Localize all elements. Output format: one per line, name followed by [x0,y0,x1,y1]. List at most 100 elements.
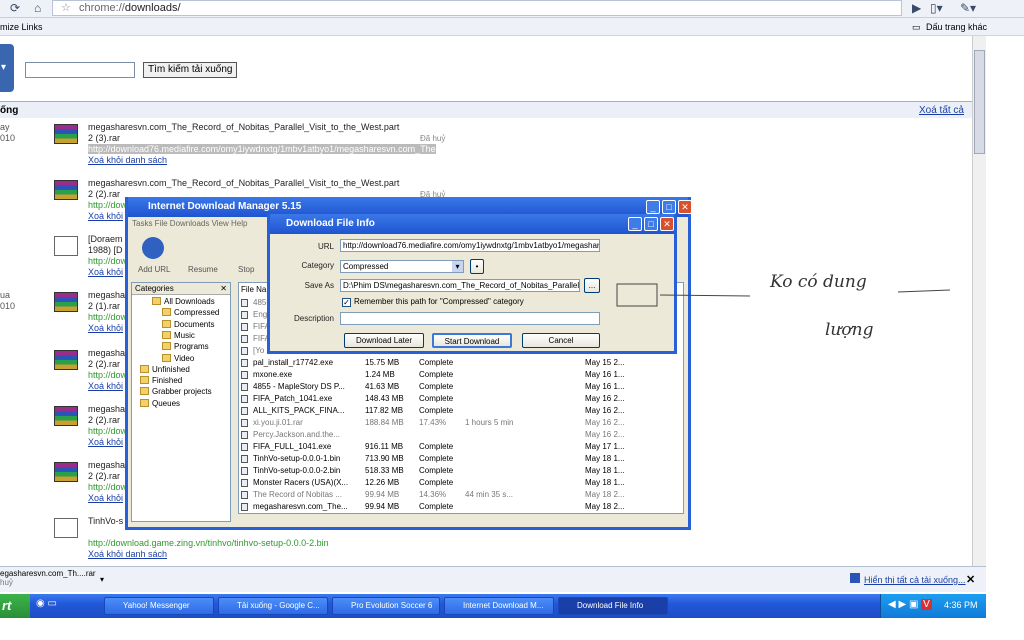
wrench-menu-icon[interactable]: ✎▾ [960,1,976,15]
download-name-cont[interactable]: 2 (2).rar [88,471,120,482]
download-url[interactable]: http://dow [88,256,127,266]
download-url[interactable]: http://dow [88,200,127,210]
stop-label[interactable]: Stop [238,265,254,274]
ie-icon[interactable]: ◉ [36,598,45,609]
remove-from-list-link[interactable]: Xoá khỏi danh sách [88,549,167,559]
chevron-down-icon[interactable]: ▾ [452,261,463,272]
search-input[interactable] [25,62,135,78]
download-url[interactable]: http://dow [88,482,127,492]
shelf-item[interactable]: egasharesvn.com_Th....rar huỷ [0,569,96,587]
minimize-icon[interactable]: _ [628,217,642,231]
clear-all-link[interactable]: Xoá tất cả [919,105,964,116]
add-url-label[interactable]: Add URL [138,265,170,274]
category-item[interactable]: Music [162,330,195,341]
idm-menu[interactable]: Tasks File Downloads View Help [132,219,247,228]
remove-from-list-link[interactable]: Xoá khỏi [88,437,123,447]
download-name[interactable]: [Doraem [88,234,123,245]
category-item[interactable]: Documents [162,319,214,330]
file-list-header[interactable]: File Na [241,285,266,294]
download-name[interactable]: TinhVo-s [88,516,123,527]
home-icon[interactable]: ⌂ [34,1,41,15]
search-button[interactable]: Tìm kiếm tải xuống [143,62,238,78]
add-url-icon[interactable] [142,237,164,259]
maximize-icon[interactable]: □ [662,200,676,214]
desktop-icon[interactable]: ▭ [48,598,57,609]
download-name-cont[interactable]: 1988) [D [88,245,123,256]
download-name-cont[interactable]: 2 (2).rar [88,189,120,200]
remove-from-list-link[interactable]: Xoá khỏi danh sách [88,155,167,165]
download-name[interactable]: megasharesvn.com_The_Record_of_Nobitas_P… [88,122,399,133]
category-item[interactable]: Finished [140,376,182,386]
remove-from-list-link[interactable]: Xoá khỏi [88,267,123,277]
file-row[interactable]: Percy.Jackson.and.the... May 16 2... [241,429,681,441]
download-name-cont[interactable]: 2 (2).rar [88,415,120,426]
chevron-down-icon[interactable]: ▾ [100,575,104,584]
maximize-icon[interactable]: □ [644,217,658,231]
download-url[interactable]: http://download.game.zing.vn/tinhvo/tinh… [88,538,329,548]
download-name-cont[interactable]: 2 (1).rar [88,301,120,312]
download-url[interactable]: http://download76.mediafire.com/omy1iywd… [88,144,436,154]
other-bookmarks[interactable]: Dấu trang khác [926,18,987,36]
resume-label[interactable]: Resume [188,265,218,274]
remove-from-list-link[interactable]: Xoá khỏi [88,493,123,503]
category-item[interactable]: Grabber projects [140,387,212,397]
category-item[interactable]: Queues [140,398,180,409]
v-icon[interactable]: V [921,599,932,610]
file-row[interactable]: Monster Racers (USA)(X... 12.26 MB Compl… [241,477,681,489]
taskbar-item[interactable]: Pro Evolution Soccer 6 [332,597,440,615]
category-item[interactable]: Programs [162,342,209,352]
save-as-field[interactable]: D:\Phim DS\megasharesvn.com_The_Record_o… [340,279,580,292]
download-name-cont[interactable]: 2 (3).rar [88,133,120,144]
file-row[interactable]: FIFA_Patch_1041.exe 148.43 MB Complete M… [241,393,681,405]
file-row[interactable]: TinhVo-setup-0.0.0-1.bin 713.90 MB Compl… [241,453,681,465]
taskbar-item[interactable]: Download File Info [558,597,668,615]
download-url[interactable]: http://dow [88,426,127,436]
download-name[interactable]: megasha [88,290,125,301]
download-url[interactable]: http://dow [88,312,127,322]
add-category-button[interactable]: • [470,259,484,274]
category-item[interactable]: Compressed [162,308,219,318]
download-name-cont[interactable]: 2 (2).rar [88,359,120,370]
address-bar[interactable]: ☆ chrome://downloads/ [52,0,902,16]
minimize-icon[interactable]: _ [646,200,660,214]
reload-icon[interactable]: ⟳ [10,1,20,15]
remove-from-list-link[interactable]: Xoá khỏi [88,323,123,333]
scrollbar-thumb[interactable] [974,50,985,154]
category-select[interactable]: Compressed ▾ [340,260,464,273]
file-row[interactable]: xi.you.ji.01.rar 188.84 MB 17.43% 1 hour… [241,417,681,429]
show-all-downloads-link[interactable]: Hiển thị tất cả tải xuống... [864,575,966,585]
remove-from-list-link[interactable]: Xoá khỏi [88,211,123,221]
file-row[interactable]: TinhVo-setup-0.0.0-2.bin 518.33 MB Compl… [241,465,681,477]
close-icon[interactable]: ✕ [678,200,692,214]
close-shelf-icon[interactable]: ✕ [966,573,975,586]
category-item[interactable]: Video [162,353,194,364]
cancel-button[interactable]: Cancel [522,333,600,348]
close-icon[interactable]: ✕ [660,217,674,231]
file-row[interactable]: FIFA_FULL_1041.exe 916.11 MB Complete Ma… [241,441,681,453]
category-item[interactable]: Unfinished [140,364,190,375]
file-row[interactable]: 4855 - MapleStory DS P... 41.63 MB Compl… [241,381,681,393]
download-name[interactable]: megasharesvn.com_The_Record_of_Nobitas_P… [88,178,399,189]
category-item[interactable]: All Downloads [152,297,215,307]
download-name[interactable]: megasha [88,404,125,415]
download-url[interactable]: http://dow [88,370,127,380]
description-field[interactable] [340,312,600,325]
browse-button[interactable]: ... [584,278,600,293]
file-row[interactable]: megasharesvn.com_The... 99.94 MB Complet… [241,501,681,513]
file-row[interactable]: ALL_KITS_PACK_FINA... 117.82 MB Complete… [241,405,681,417]
taskbar-item[interactable]: Yahoo! Messenger [104,597,214,615]
download-name[interactable]: megasha [88,348,125,359]
taskbar-item[interactable]: Tải xuống - Google C... [218,597,328,615]
download-later-button[interactable]: Download Later [344,333,424,348]
download-name[interactable]: megasha [88,460,125,471]
start-button[interactable]: rt [0,594,30,618]
page-menu-icon[interactable]: ▯▾ [930,1,943,15]
remove-from-list-link[interactable]: Xoá khỏi [88,381,123,391]
close-panel-icon[interactable]: ✕ [220,283,227,295]
taskbar-item[interactable]: Internet Download M... [444,597,554,615]
remember-checkbox[interactable]: ✓ [342,298,351,307]
bookmark-item[interactable]: mize Links [0,18,43,36]
star-icon[interactable]: ☆ [61,1,71,15]
file-row[interactable]: The Record of Nobitas ... 99.94 MB 14.36… [241,489,681,501]
start-download-button[interactable]: Start Download [432,333,512,348]
